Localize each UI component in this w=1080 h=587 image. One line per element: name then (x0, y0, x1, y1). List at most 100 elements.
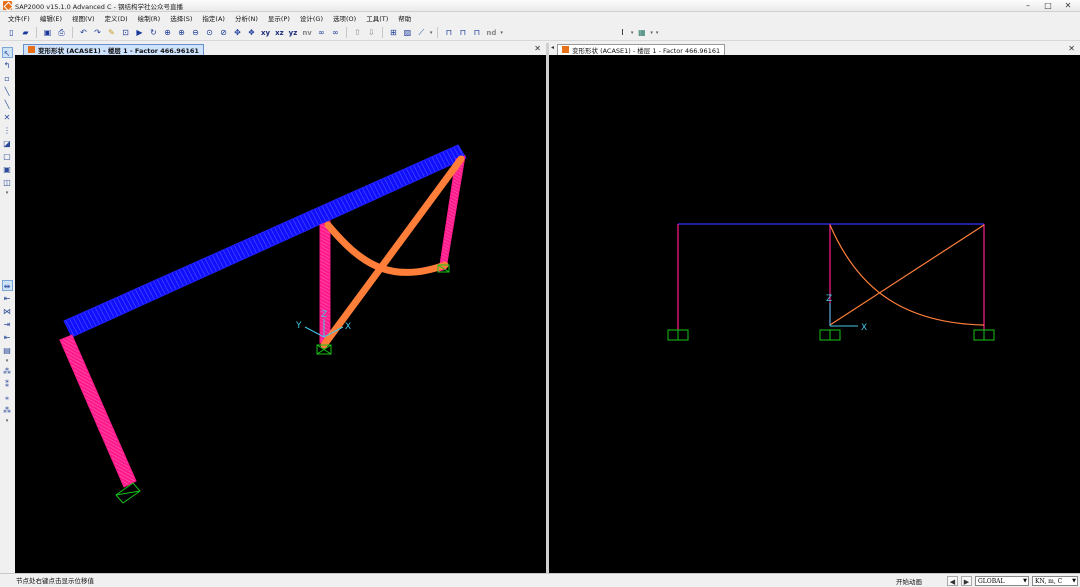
pane-tab-2d[interactable]: 变形形状 (ACASE1) - 楼层 1 - Factor 466.96161 (557, 43, 726, 55)
brace-member[interactable] (829, 224, 985, 326)
menu-edit[interactable]: 编辑(E) (40, 13, 62, 23)
rotate-3d-icon[interactable]: ∞ (316, 27, 327, 38)
run-analysis-icon[interactable]: ▶ (134, 27, 145, 38)
quick-draw-icon[interactable]: ⟋ (416, 27, 427, 38)
frame-grid-icon[interactable]: ⊓ (471, 27, 482, 38)
menu-options[interactable]: 选项(O) (333, 13, 356, 23)
pointer-icon[interactable]: ↖ (1, 47, 13, 58)
column-member[interactable] (59, 334, 137, 488)
view-yz-button[interactable]: yz (288, 27, 299, 38)
draw-section-icon[interactable]: ◫ (2, 177, 13, 188)
frame-brace-icon[interactable]: ⊓ (457, 27, 468, 38)
coord-system-select[interactable]: GLOBAL ▼ (975, 575, 1029, 586)
viewport-3d[interactable]: Z X Y (15, 55, 546, 573)
minimize-button[interactable]: – (1022, 1, 1034, 10)
chevron-down-icon[interactable]: ▾ (631, 30, 634, 36)
menu-design[interactable]: 设计(G) (300, 13, 323, 23)
select-previous-icon[interactable]: ⇤ (2, 293, 13, 304)
select-group-icon[interactable]: ▤ (2, 345, 13, 356)
chevron-down-icon[interactable]: ▾ (500, 30, 503, 36)
pane-close-icon[interactable]: ✕ (1068, 44, 1075, 53)
frame-icon[interactable]: ⊓ (443, 27, 454, 38)
menu-display[interactable]: 显示(P) (268, 13, 290, 23)
table-display-icon[interactable]: ▦ (636, 27, 647, 38)
select-clear-icon[interactable]: ⇤ (2, 332, 13, 343)
maximize-button[interactable]: □ (1042, 1, 1054, 10)
draw-brace-icon[interactable]: ✕ (2, 112, 13, 123)
3d-view-icon[interactable]: ❖ (246, 27, 257, 38)
select-intersect-icon[interactable]: ⋈ (2, 306, 13, 317)
chevron-down-icon[interactable]: ▾ (6, 190, 9, 196)
view-pane-2d[interactable]: ◂ 变形形状 (ACASE1) - 楼层 1 - Factor 466.9616… (549, 43, 1080, 573)
menu-draw[interactable]: 绘制(R) (138, 13, 161, 23)
support-icon[interactable] (115, 482, 141, 504)
pencil-icon[interactable]: ✎ (106, 27, 117, 38)
chevron-down-icon[interactable]: ▾ (6, 418, 9, 424)
menu-define[interactable]: 定义(D) (105, 13, 128, 23)
zoom-out-icon[interactable]: ⊖ (190, 27, 201, 38)
menu-assign[interactable]: 指定(A) (202, 13, 225, 23)
pan-icon[interactable]: ✥ (232, 27, 243, 38)
select-window-icon[interactable]: ⇥ (2, 319, 13, 330)
chevron-down-icon[interactable]: ▾ (650, 30, 653, 36)
draw-solid-icon[interactable]: ▣ (2, 164, 13, 175)
menu-help[interactable]: 帮助 (398, 13, 411, 23)
view-pane-3d[interactable]: 变形形状 (ACASE1) - 楼层 1 - Factor 466.96161 … (15, 43, 546, 573)
chevron-down-icon[interactable]: ▾ (656, 30, 659, 36)
section-i-beam-icon[interactable]: Ⅰ (617, 27, 628, 38)
chevron-down-icon[interactable]: ▾ (6, 358, 9, 364)
menu-tools[interactable]: 工具(T) (366, 13, 388, 23)
close-button[interactable]: ✕ (1062, 1, 1074, 10)
support-icon[interactable] (667, 329, 689, 341)
viewport-2d[interactable]: Z X (549, 55, 1080, 573)
menu-view[interactable]: 视图(V) (72, 13, 95, 23)
pin-icon[interactable]: ◂ (551, 44, 554, 51)
lock-icon[interactable]: ⊡ (120, 27, 131, 38)
column-member[interactable] (319, 220, 331, 344)
pane-tab-3d[interactable]: 变形形状 (ACASE1) - 楼层 1 - Factor 466.96161 (23, 43, 204, 55)
perspective-icon[interactable]: ∞ (330, 27, 341, 38)
zoom-in-icon[interactable]: ⊕ (176, 27, 187, 38)
menu-analyze[interactable]: 分析(N) (235, 13, 258, 23)
menu-file[interactable]: 文件(F) (8, 13, 30, 23)
units-select[interactable]: KN, m, C ▼ (1032, 575, 1078, 586)
support-icon[interactable] (973, 329, 995, 341)
draw-point-icon[interactable]: ▫ (2, 73, 13, 84)
draw-frame-icon[interactable]: ╲ (2, 86, 13, 97)
previous-step-icon[interactable]: ◀ (947, 575, 958, 586)
zoom-window-icon[interactable]: ⊕ (162, 27, 173, 38)
snap-point-icon[interactable]: ⁂ (2, 366, 13, 377)
show-image-icon[interactable]: ▨ (402, 27, 413, 38)
view-nv-button[interactable]: nv (301, 27, 313, 38)
menu-select[interactable]: 选择(S) (170, 13, 192, 23)
draw-rect-area-icon[interactable]: ▢ (2, 151, 13, 162)
view-xy-button[interactable]: xy (260, 27, 271, 38)
view-xz-button[interactable]: xz (274, 27, 285, 38)
beam-member[interactable] (63, 144, 467, 338)
next-step-icon[interactable]: ▶ (961, 575, 972, 586)
draw-area-icon[interactable]: ⋮ (2, 125, 13, 136)
print-icon[interactable]: ⎙ (56, 27, 67, 38)
new-file-icon[interactable]: ▯ (6, 27, 17, 38)
zoom-previous-icon[interactable]: ⊙ (204, 27, 215, 38)
draw-poly-area-icon[interactable]: ◪ (2, 138, 13, 149)
undo-icon[interactable]: ↶ (78, 27, 89, 38)
draw-line-icon[interactable]: ╲ (2, 99, 13, 110)
move-up-icon[interactable]: ⇧ (352, 27, 363, 38)
pane-close-icon[interactable]: ✕ (534, 44, 541, 53)
snap-end-icon[interactable]: ⁑ (2, 379, 13, 390)
redo-icon[interactable]: ↷ (92, 27, 103, 38)
start-animation-button[interactable]: 开始动画 (896, 576, 922, 586)
chevron-down-icon[interactable]: ▾ (430, 30, 433, 36)
snap-middle-icon[interactable]: ⁎ (2, 392, 13, 403)
snap-intersect-icon[interactable]: ⁂ (2, 405, 13, 416)
save-icon[interactable]: ▣ (42, 27, 53, 38)
refresh-view-icon[interactable]: ↻ (148, 27, 159, 38)
support-icon[interactable] (819, 329, 841, 341)
open-folder-icon[interactable]: ▰ (20, 27, 31, 38)
move-down-icon[interactable]: ⇩ (366, 27, 377, 38)
nd-button[interactable]: nd (485, 27, 497, 38)
select-all-icon[interactable]: ⇹ (1, 280, 13, 291)
show-objects-icon[interactable]: ⊞ (388, 27, 399, 38)
zoom-fit-icon[interactable]: ⊘ (218, 27, 229, 38)
